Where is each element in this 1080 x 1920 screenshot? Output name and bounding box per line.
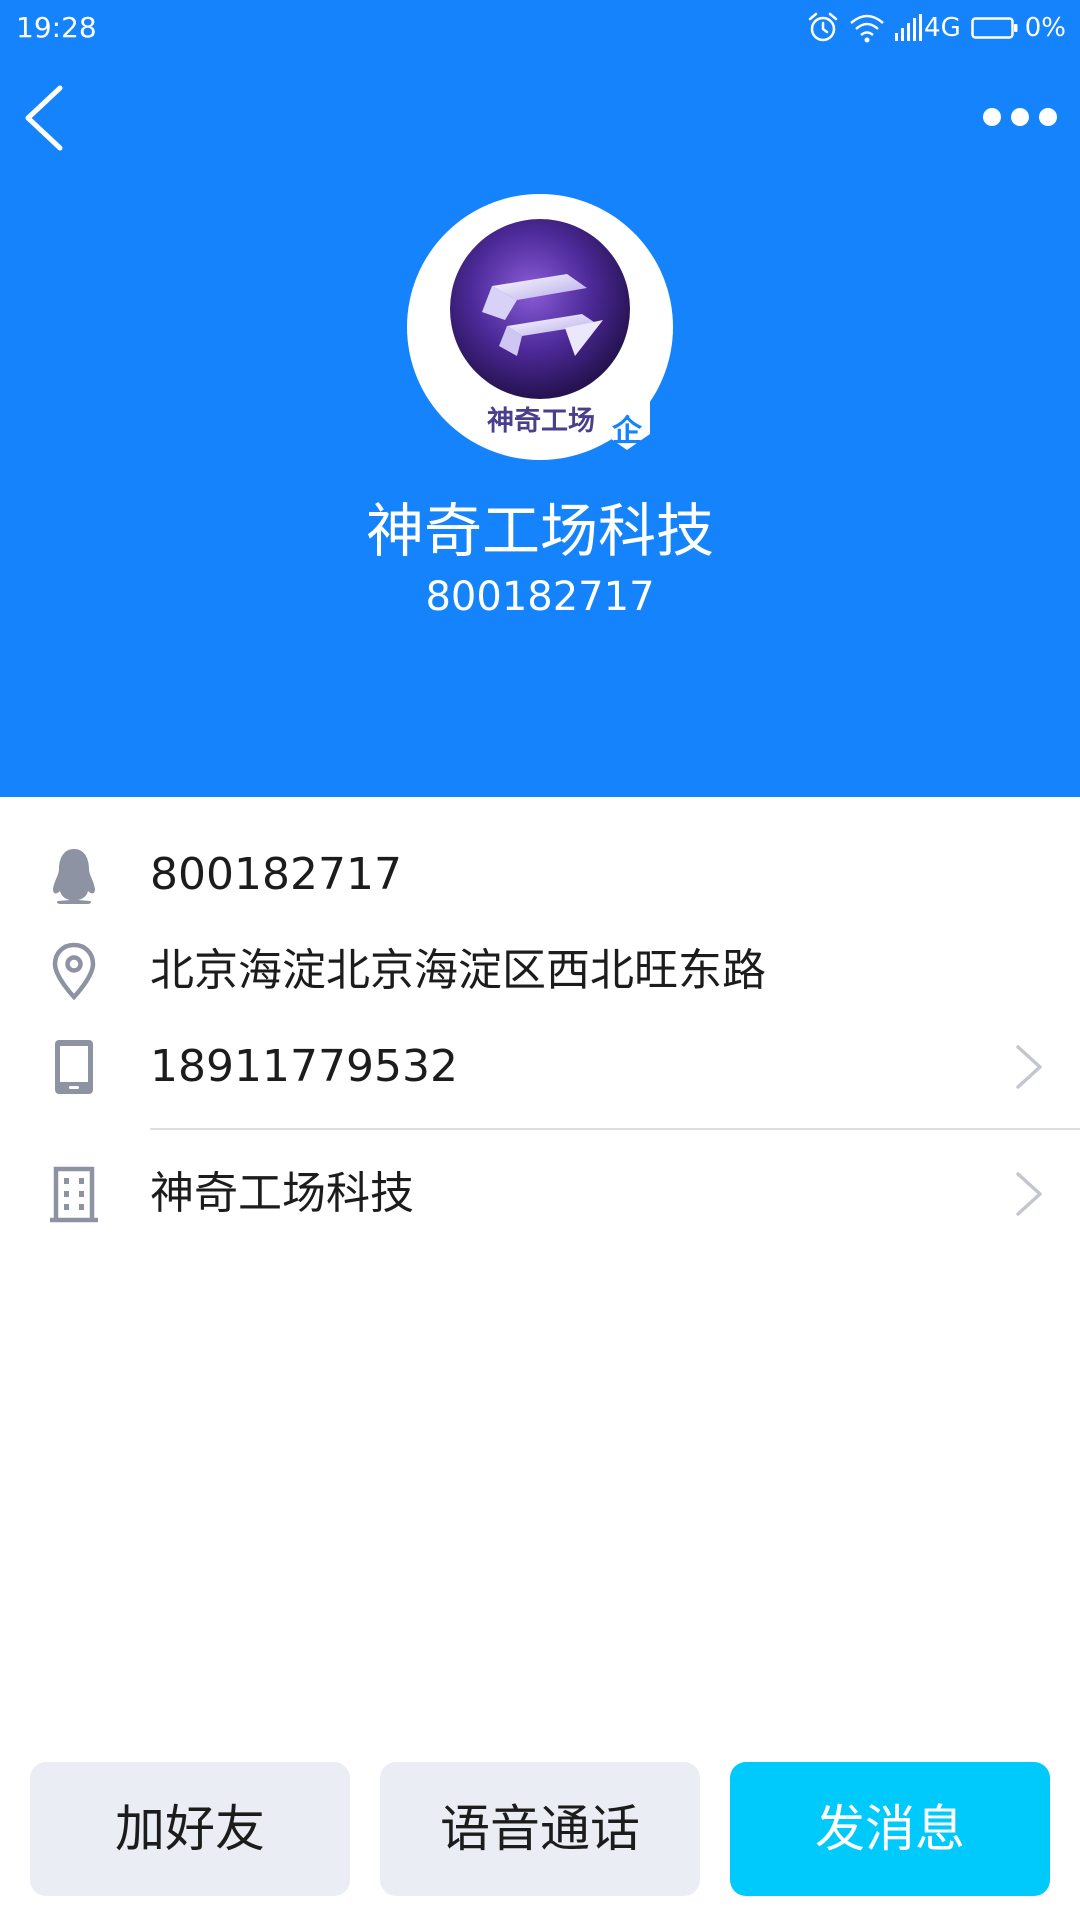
- qq-number-text: 800182717: [150, 849, 402, 900]
- enterprise-badge-text: 企: [612, 414, 642, 449]
- status-time: 19:28: [16, 11, 97, 44]
- send-message-button[interactable]: 发消息: [730, 1762, 1050, 1896]
- avatar-brand-text: 神奇工场: [487, 406, 595, 437]
- location-text: 北京海淀北京海淀区西北旺东路: [150, 945, 766, 996]
- penguin-icon: [53, 849, 95, 904]
- location-row: 北京海淀北京海淀区西北旺东路: [0, 926, 1080, 1016]
- back-button[interactable]: [18, 78, 78, 158]
- status-icons: 4G 0%: [806, 8, 1066, 48]
- voice-call-button[interactable]: 语音通话: [380, 1762, 700, 1896]
- qq-number-row: 800182717: [0, 830, 1080, 920]
- more-button[interactable]: [978, 92, 1062, 142]
- divider: [150, 1128, 1080, 1130]
- company-row[interactable]: 神奇工场科技: [0, 1149, 1080, 1239]
- more-dots-icon: [983, 108, 1057, 126]
- chevron-right-icon: [1016, 1045, 1042, 1089]
- chevron-right-icon: [1016, 1172, 1042, 1216]
- company-text: 神奇工场科技: [150, 1168, 414, 1219]
- enterprise-badge: 企: [600, 398, 654, 452]
- phone-text: 18911779532: [150, 1041, 458, 1092]
- company-logo-icon: [450, 219, 630, 399]
- wifi-icon: [850, 14, 884, 43]
- profile-id: 800182717: [425, 574, 655, 620]
- add-friend-button[interactable]: 加好友: [30, 1762, 350, 1896]
- profile-name: 神奇工场科技: [365, 497, 714, 565]
- profile-header: 19:28 4G 0% 神奇工场 企 神奇工场科技 800182717: [0, 0, 1080, 797]
- building-icon: [50, 1166, 98, 1223]
- phone-row[interactable]: 18911779532: [0, 1022, 1080, 1112]
- battery-percent: 0%: [1024, 13, 1066, 43]
- alarm-icon: [808, 12, 838, 42]
- status-bar: 19:28 4G 0%: [0, 0, 1080, 56]
- phone-icon: [55, 1040, 93, 1094]
- chevron-left-icon: [25, 85, 63, 151]
- network-type: 4G: [924, 13, 961, 43]
- signal-icon: [895, 14, 923, 41]
- location-pin-icon: [52, 942, 96, 1001]
- battery-icon: [971, 17, 1018, 39]
